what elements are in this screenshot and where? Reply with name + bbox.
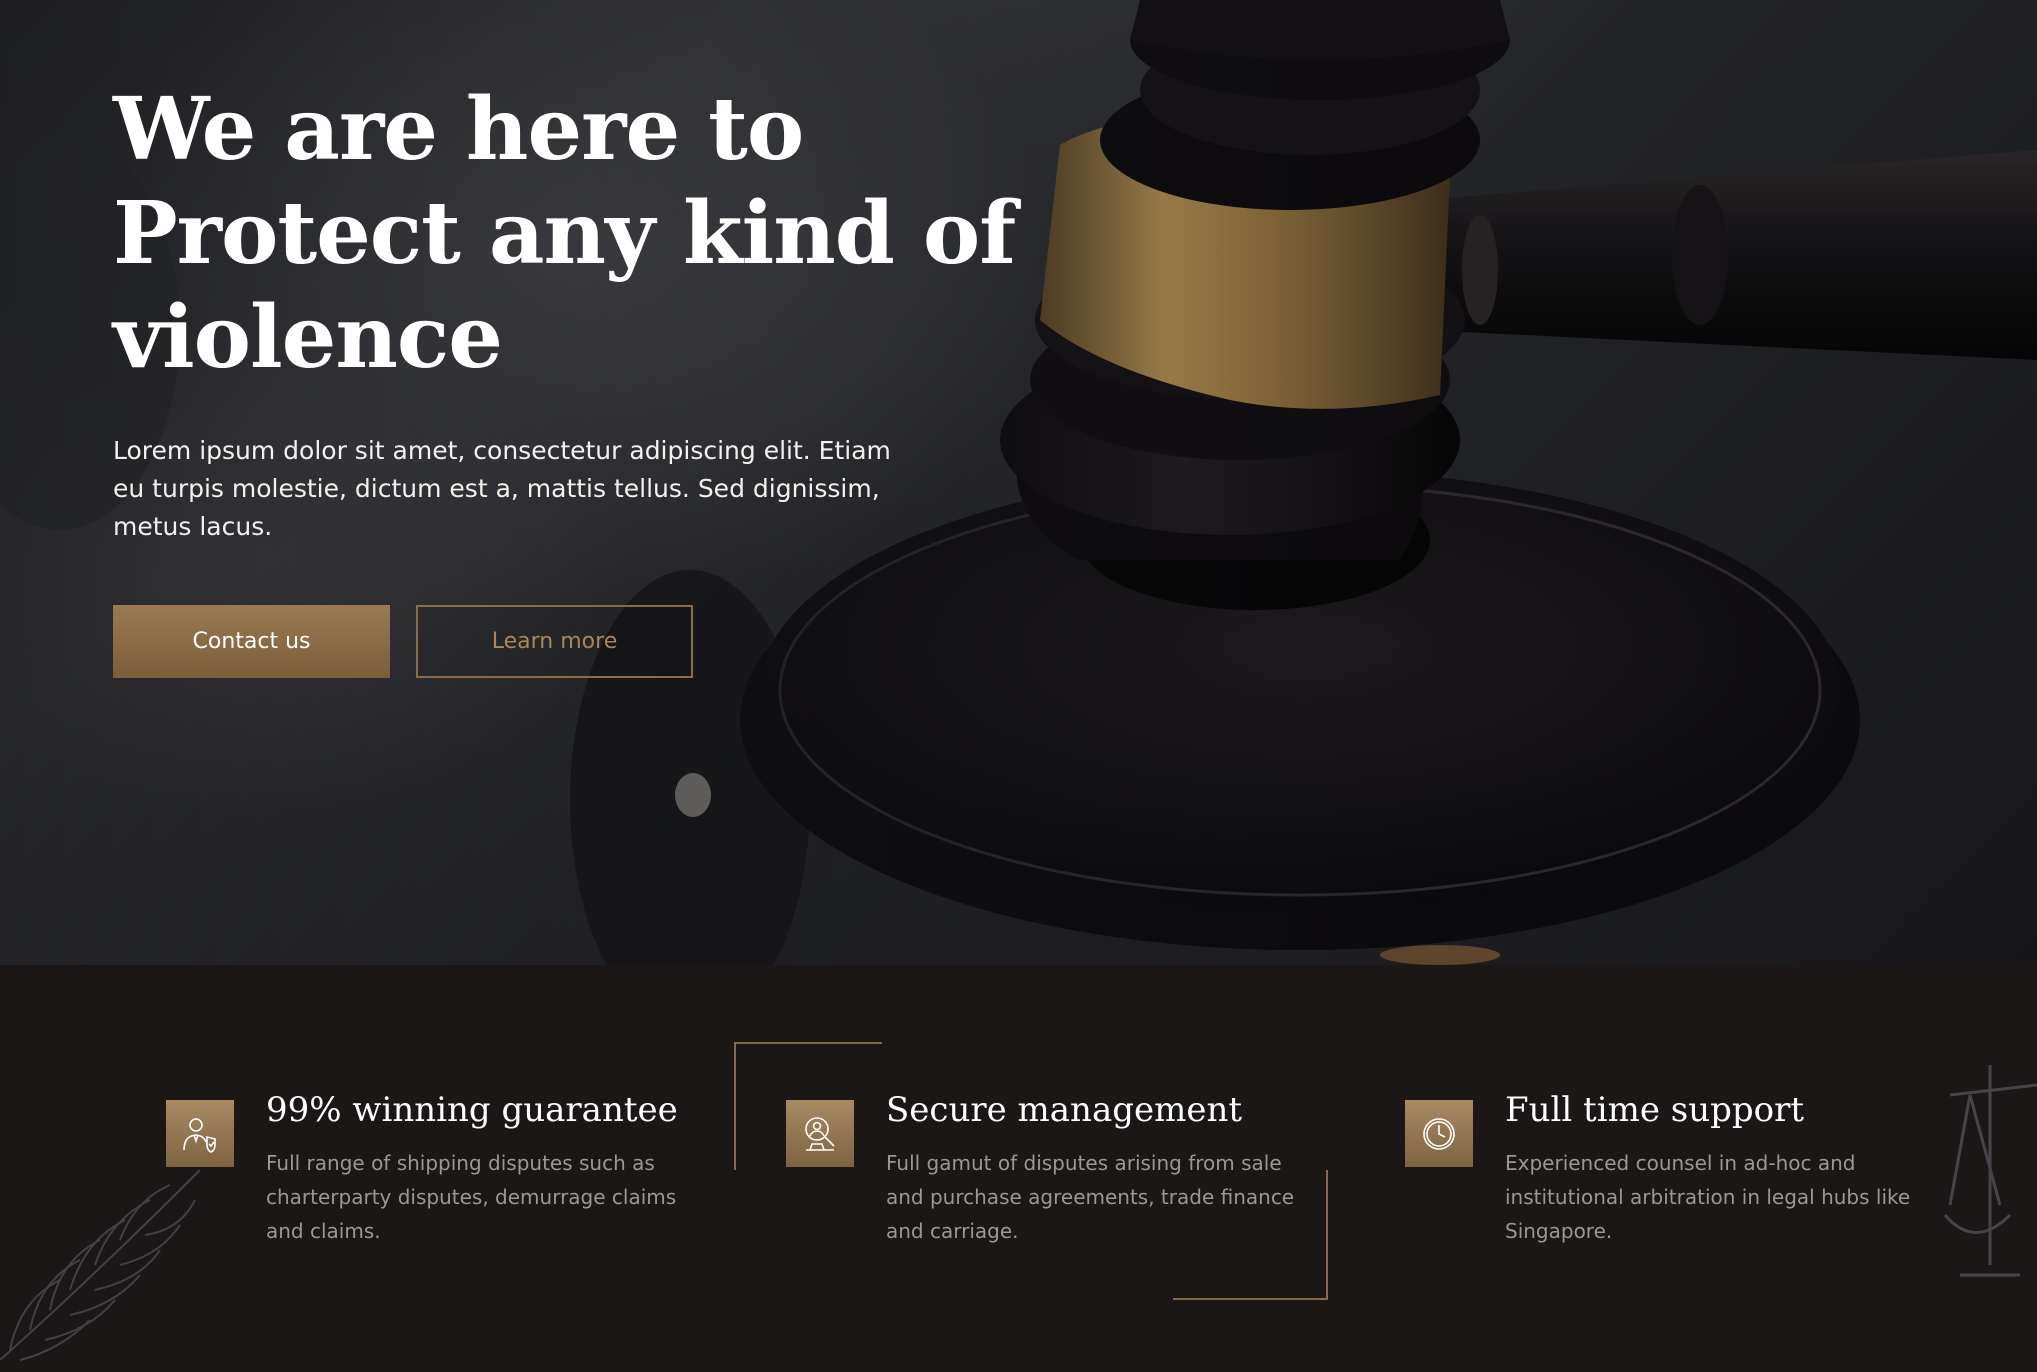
lawyer-shield-icon: [166, 1100, 234, 1167]
clock-icon: [1405, 1100, 1473, 1167]
feature-description: Experienced counsel in ad-hoc and instit…: [1505, 1151, 1911, 1243]
headline-line-1: We are here to: [113, 79, 804, 180]
feature-item-secure-management: Secure management Full gamut of disputes…: [786, 1090, 1306, 1256]
feature-item-full-time-support: Full time support Experienced counsel in…: [1405, 1090, 1925, 1256]
hero-description: Lorem ipsum dolor sit amet, consectetur …: [113, 436, 891, 541]
hero-section: We are here to Protect any kind of viole…: [0, 0, 2037, 965]
headline-line-2: Protect any kind of: [113, 182, 1016, 286]
frame-right-line: [1326, 1170, 1328, 1298]
headline-line-2-rest: any kind of: [459, 183, 1016, 284]
feature-title: 99% winning guarantee: [266, 1090, 678, 1130]
hero-headline: We are here to Protect any kind of viole…: [113, 78, 1016, 390]
frame-left-line: [734, 1042, 736, 1170]
frame-top-line: [734, 1042, 882, 1044]
contact-us-button[interactable]: Contact us: [113, 605, 390, 678]
feature-title: Full time support: [1505, 1090, 1805, 1130]
learn-more-button[interactable]: Learn more: [416, 605, 693, 678]
headline-line-3: violence: [113, 287, 503, 388]
headline-highlight-text: Protect: [113, 183, 461, 284]
frame-bottom-line: [1173, 1298, 1328, 1300]
scales-of-justice-decoration-icon: [1943, 1065, 2037, 1277]
feature-description: Full gamut of disputes arising from sale…: [886, 1151, 1295, 1243]
headline-highlight: Protect: [113, 182, 468, 286]
magnifier-person-icon: [786, 1100, 854, 1167]
feature-title: Secure management: [886, 1090, 1243, 1130]
feature-description: Full range of shipping disputes such as …: [266, 1151, 677, 1243]
feature-item-winning-guarantee: 99% winning guarantee Full range of ship…: [166, 1090, 686, 1256]
